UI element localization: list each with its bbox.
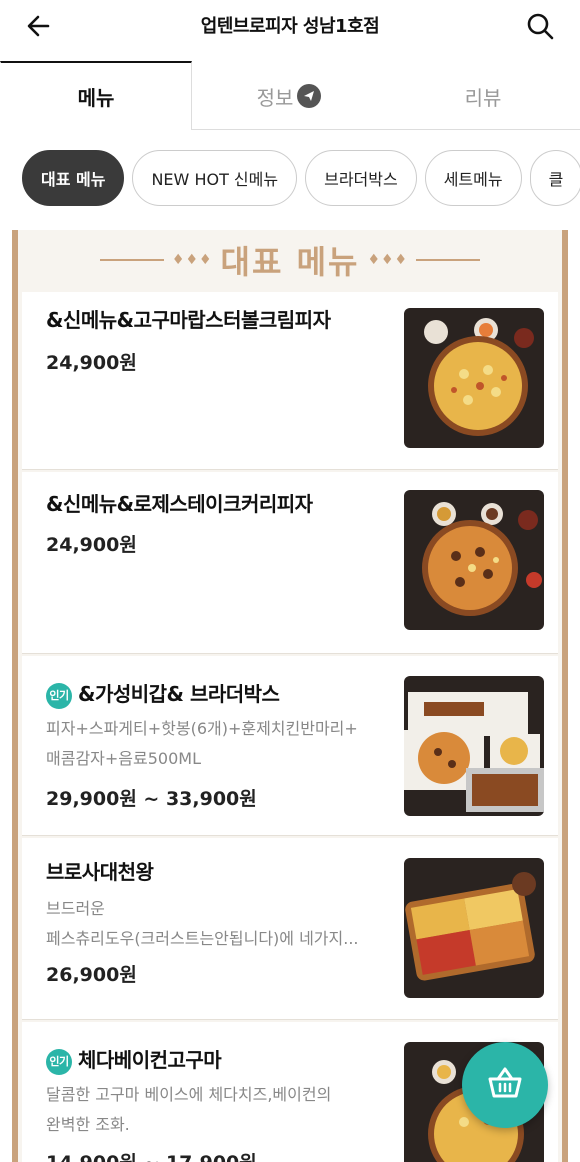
menu-item-price: 14,900원 ~ 17,900원	[46, 1148, 257, 1162]
menu-item-desc-line: 페스츄리도우(크러스트는안됩니다)에 네가지...	[46, 929, 359, 948]
tab-info-label: 정보	[256, 85, 294, 110]
menu-item-desc-line: 완벽한 조화.	[46, 1115, 130, 1134]
menu-item-desc-line: 달콤한 고구마 베이스에 체다치즈,베이컨의	[46, 1085, 332, 1104]
menu-item-price: 24,900원	[46, 352, 137, 374]
popular-badge: 인기	[46, 682, 72, 709]
menu-item[interactable]: &신메뉴&로제스테이크커리피자 24,900원	[22, 472, 558, 654]
tab-info[interactable]: 정보	[192, 62, 386, 130]
send-icon	[297, 84, 322, 108]
menu-item[interactable]: 브로사대천왕 브드러운 페스츄리도우(크러스트는안됩니다)에 네가지... 26…	[22, 838, 558, 1020]
chip-brother-box[interactable]: 브라더박스	[305, 150, 417, 206]
chip-set-menu[interactable]: 세트메뉴	[424, 150, 522, 206]
tab-bar: 메뉴 정보 리뷰	[0, 61, 580, 130]
menu-board: ♦♦♦ 대표 메뉴 ♦♦♦ &신메뉴&고구마랍스터볼크림피자 24,900원 &…	[12, 230, 568, 1162]
menu-item-name: &가성비갑& 브라더박스	[78, 682, 280, 706]
ornament-left: ♦♦♦	[171, 252, 213, 268]
pizza-photo	[404, 308, 544, 448]
brother-box-photo	[404, 676, 544, 816]
divider-line	[99, 259, 164, 261]
pizza-photo	[404, 490, 544, 630]
section-title: 대표 메뉴	[220, 243, 360, 281]
menu-item-name: &신메뉴&고구마랍스터볼크림피자	[46, 308, 331, 332]
menu-item-desc: 달콤한 고구마 베이스에 체다치즈,베이컨의 완벽한 조화.	[46, 1080, 396, 1140]
chip-more[interactable]: 클	[529, 150, 580, 206]
menu-item-name: 브로사대천왕	[46, 860, 154, 884]
menu-item-price: 29,900원 ~ 33,900원	[46, 788, 257, 810]
divider-line	[416, 259, 481, 261]
pizza-photo	[404, 858, 544, 998]
basket-icon	[485, 1063, 525, 1107]
menu-item-desc-line: 피자+스파게티+핫봉(6개)+훈제치킨반마리+	[46, 719, 358, 738]
tab-review-label: 리뷰	[464, 85, 502, 110]
search-icon[interactable]	[522, 8, 558, 44]
tab-review[interactable]: 리뷰	[386, 62, 580, 130]
tab-menu[interactable]: 메뉴	[0, 61, 192, 130]
tab-menu-label: 메뉴	[77, 86, 115, 110]
menu-item[interactable]: &신메뉴&고구마랍스터볼크림피자 24,900원	[22, 292, 558, 470]
menu-item[interactable]: 인기 &가성비갑& 브라더박스 피자+스파게티+핫봉(6개)+훈제치킨반마리+ 매…	[22, 656, 558, 836]
menu-item-desc-line: 매콤감자+음료500ML	[46, 749, 201, 768]
store-title: 업텐브로피자 성남1호점	[200, 16, 380, 37]
menu-item-price: 26,900원	[46, 964, 137, 986]
app-header: 업텐브로피자 성남1호점	[0, 0, 580, 52]
cart-button[interactable]	[462, 1042, 548, 1128]
menu-item-name-row: 인기 &가성비갑& 브라더박스	[46, 678, 280, 709]
ornament-right: ♦♦♦	[367, 252, 409, 268]
menu-item-price: 24,900원	[46, 534, 137, 556]
menu-item-name: &신메뉴&로제스테이크커리피자	[46, 492, 313, 516]
popular-badge: 인기	[46, 1048, 72, 1075]
section-header: ♦♦♦ 대표 메뉴 ♦♦♦	[18, 230, 562, 290]
menu-item-desc-line: 브드러운	[46, 899, 105, 918]
menu-item-name-row: 인기 체다베이컨고구마	[46, 1044, 222, 1075]
menu-item-name: 체다베이컨고구마	[78, 1048, 222, 1072]
menu-item-desc: 피자+스파게티+핫봉(6개)+훈제치킨반마리+ 매콤감자+음료500ML	[46, 714, 396, 774]
menu-item-desc: 브드러운 페스츄리도우(크러스트는안됩니다)에 네가지...	[46, 894, 396, 954]
category-chips: 대표 메뉴 NEW HOT 신메뉴 브라더박스 세트메뉴 클	[22, 150, 580, 210]
chip-signature[interactable]: 대표 메뉴	[22, 150, 125, 206]
chip-new-hot[interactable]: NEW HOT 신메뉴	[132, 150, 298, 206]
